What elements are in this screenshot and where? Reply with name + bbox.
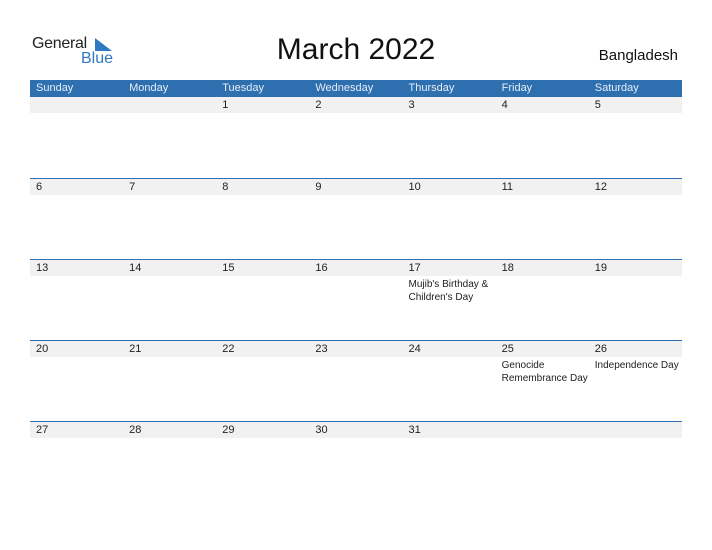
day-cell: 7 xyxy=(123,179,217,195)
weekday-wednesday: Wednesday xyxy=(315,82,374,94)
day-cell: 30 xyxy=(309,422,403,438)
holiday-label: Genocide Remembrance Day xyxy=(501,360,588,384)
weekday-friday: Friday xyxy=(501,82,533,94)
day-number: 23 xyxy=(309,341,403,357)
day-number: 7 xyxy=(123,179,217,195)
day-cell: 8 xyxy=(216,179,310,195)
day-number: 19 xyxy=(588,260,682,276)
day-cell: 26 Independence Day xyxy=(588,341,682,385)
weekday-monday: Monday xyxy=(129,82,169,94)
day-number: 16 xyxy=(309,260,403,276)
day-number: 20 xyxy=(30,341,124,357)
day-number: 9 xyxy=(309,179,403,195)
day-cell: 27 xyxy=(30,422,124,438)
day-cell: 29 xyxy=(216,422,310,438)
day-cell xyxy=(588,422,682,438)
day-cell: 4 xyxy=(495,97,589,113)
day-cell: 10 xyxy=(402,179,496,195)
day-number: 25 xyxy=(495,341,589,357)
day-cell: 15 xyxy=(216,260,310,304)
day-number: 2 xyxy=(309,97,403,113)
day-number xyxy=(123,97,217,113)
day-cell: 25 Genocide Remembrance Day xyxy=(495,341,589,385)
day-cell: 22 xyxy=(216,341,310,385)
day-number: 14 xyxy=(123,260,217,276)
day-number: 13 xyxy=(30,260,124,276)
day-number: 15 xyxy=(216,260,310,276)
week-row: 20 21 22 23 24 25 Genocide Remembrance Day 26 In… xyxy=(30,340,682,421)
day-number: 29 xyxy=(216,422,310,438)
week-row: 13 14 15 16 17 Mujib's Birthday & Children's … xyxy=(30,259,682,340)
day-number: 30 xyxy=(309,422,403,438)
day-number: 17 xyxy=(402,260,496,276)
day-cell: 11 xyxy=(495,179,589,195)
calendar-grid: Sunday Monday Tuesday Wednesday Thursday Frid… xyxy=(30,80,682,502)
day-number: 22 xyxy=(216,341,310,357)
day-number: 12 xyxy=(588,179,682,195)
weekday-sunday: Sunday xyxy=(36,82,74,94)
day-number xyxy=(30,97,124,113)
day-cell: 31 xyxy=(402,422,496,438)
day-cell: 17 Mujib's Birthday & Children's Day xyxy=(402,260,496,304)
day-number: 5 xyxy=(588,97,682,113)
day-cell: 16 xyxy=(309,260,403,304)
day-cell: 24 xyxy=(402,341,496,385)
day-cell: 19 xyxy=(588,260,682,304)
day-number: 1 xyxy=(216,97,310,113)
day-number: 21 xyxy=(123,341,217,357)
weekday-saturday: Saturday xyxy=(594,82,639,94)
weekday-tuesday: Tuesday xyxy=(222,82,265,94)
day-cell xyxy=(30,97,124,113)
weekday-thursday: Thursday xyxy=(408,82,455,94)
day-number: 3 xyxy=(402,97,496,113)
day-number: 18 xyxy=(495,260,589,276)
weekday-header: Sunday Monday Tuesday Wednesday Thursday Frid… xyxy=(30,80,682,97)
day-number: 8 xyxy=(216,179,310,195)
day-number: 11 xyxy=(495,179,589,195)
day-number xyxy=(588,422,682,438)
day-cell: 28 xyxy=(123,422,217,438)
day-number: 28 xyxy=(123,422,217,438)
day-number: 24 xyxy=(402,341,496,357)
week-row: 27 28 29 30 31 xyxy=(30,421,682,502)
day-cell: 21 xyxy=(123,341,217,385)
country-label: Bangladesh xyxy=(598,47,678,64)
day-number: 31 xyxy=(402,422,496,438)
holiday-label: Independence Day xyxy=(594,360,679,371)
day-number xyxy=(495,422,589,438)
day-cell: 12 xyxy=(588,179,682,195)
day-cell: 20 xyxy=(30,341,124,385)
day-cell xyxy=(123,97,217,113)
day-cell: 14 xyxy=(123,260,217,304)
week-row: 12345 xyxy=(30,97,682,178)
day-cell: 23 xyxy=(309,341,403,385)
holiday-label: Mujib's Birthday & Children's Day xyxy=(408,279,489,303)
day-cell: 2 xyxy=(309,97,403,113)
day-cell: 9 xyxy=(309,179,403,195)
day-cell: 13 xyxy=(30,260,124,304)
weeks: 1 2 3 4 5 6 7 8 9 10 11 12 13 14 15 16 17 Mujib's Birthda… xyxy=(30,97,682,502)
day-cell: 6 xyxy=(30,179,124,195)
week-row: 6 7 8 9 10 11 12 xyxy=(30,178,682,259)
day-number: 6 xyxy=(30,179,124,195)
day-number: 27 xyxy=(30,422,124,438)
day-cell: 5 xyxy=(588,97,682,113)
day-cell: 18 xyxy=(495,260,589,304)
day-number: 26 xyxy=(588,341,682,357)
day-cell: 1 xyxy=(216,97,310,113)
day-number: 4 xyxy=(495,97,589,113)
day-number: 10 xyxy=(402,179,496,195)
day-cell xyxy=(495,422,589,438)
day-cell: 3 xyxy=(402,97,496,113)
